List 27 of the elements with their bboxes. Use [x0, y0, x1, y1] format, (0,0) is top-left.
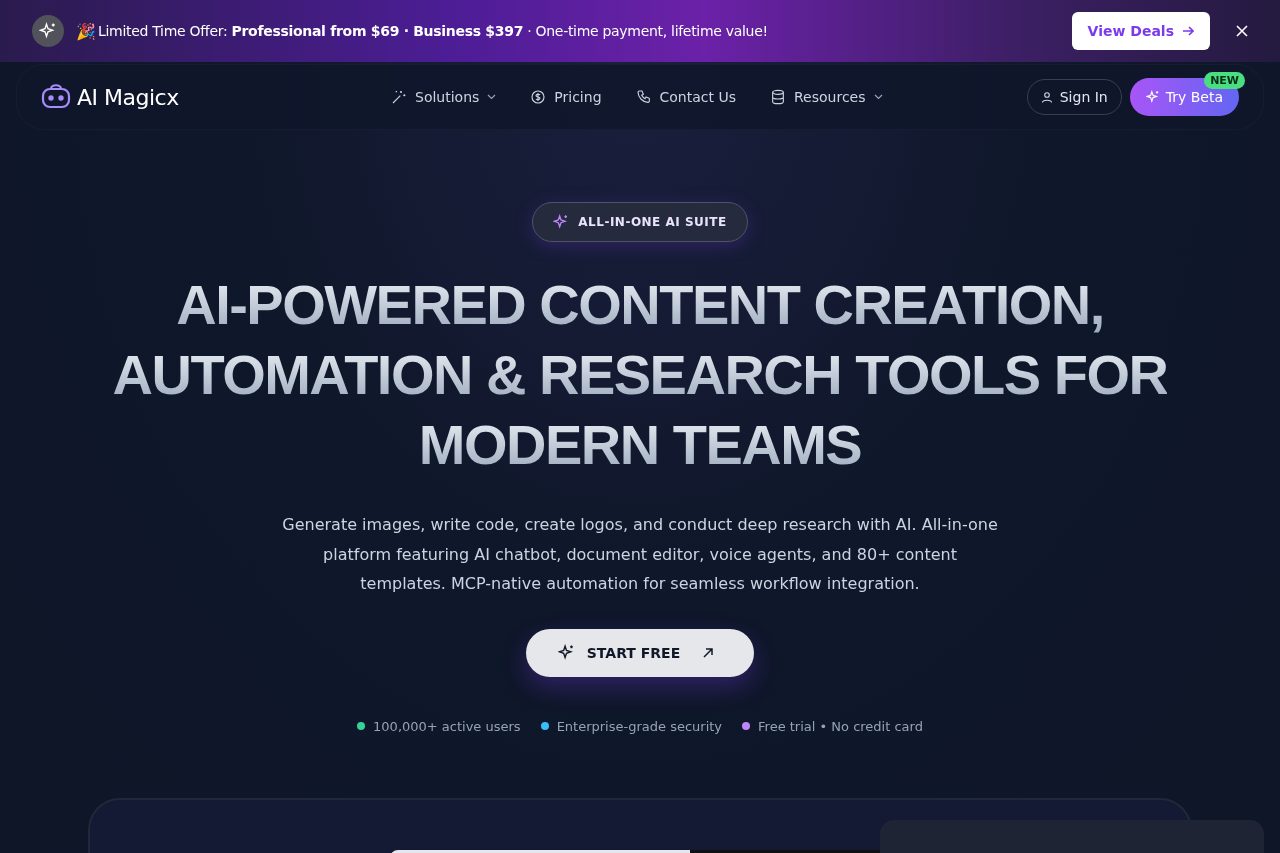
- phone-icon: [635, 89, 652, 105]
- sparkle-icon: [32, 15, 64, 47]
- sparkle-icon: [557, 644, 575, 661]
- arrow-right-icon: [1182, 25, 1194, 37]
- hero-description: Generate images, write code, create logos, and conduct deep research with AI. All-in-one platform featuring AI chatbot, document editor, voice agents, and 80+ content templates. MCP-native automation for seamless workflow integration.: [281, 514, 999, 595]
- nav-link[interactable]: Contact Us: [635, 89, 736, 105]
- feature-label: 100,000+ active users: [373, 718, 521, 734]
- close-icon[interactable]: [1236, 25, 1248, 37]
- database-icon: [770, 89, 786, 105]
- person-icon: [1040, 91, 1053, 103]
- nav-link[interactable]: Solutions: [391, 89, 497, 105]
- logo-text[interactable]: AI Magicx: [77, 84, 179, 110]
- start-free-button[interactable]: START FREE: [525, 628, 755, 677]
- new-badge: NEW: [1204, 72, 1245, 89]
- sparkle-icon: [553, 214, 570, 230]
- feature-label: Enterprise-grade security: [556, 718, 723, 734]
- suite-pill: ALL-IN-ONE AI SUITE: [532, 202, 748, 242]
- nav-link[interactable]: Resources: [770, 89, 883, 105]
- wand-icon: [391, 89, 407, 105]
- promo-message: Limited Time Offer: Professional from $69 · Business $397 · One-time payment, lifetime value!: [98, 23, 768, 39]
- arrow-up-right-icon: [702, 646, 715, 659]
- nav-link[interactable]: Pricing: [530, 89, 602, 105]
- feature-label: Free trial • No credit card: [758, 718, 923, 734]
- view-deals-button[interactable]: View Deals: [1071, 12, 1210, 50]
- dollar-icon: [530, 89, 547, 105]
- party-emoji: 🎉: [76, 21, 96, 41]
- sparkle-icon: [1145, 90, 1160, 104]
